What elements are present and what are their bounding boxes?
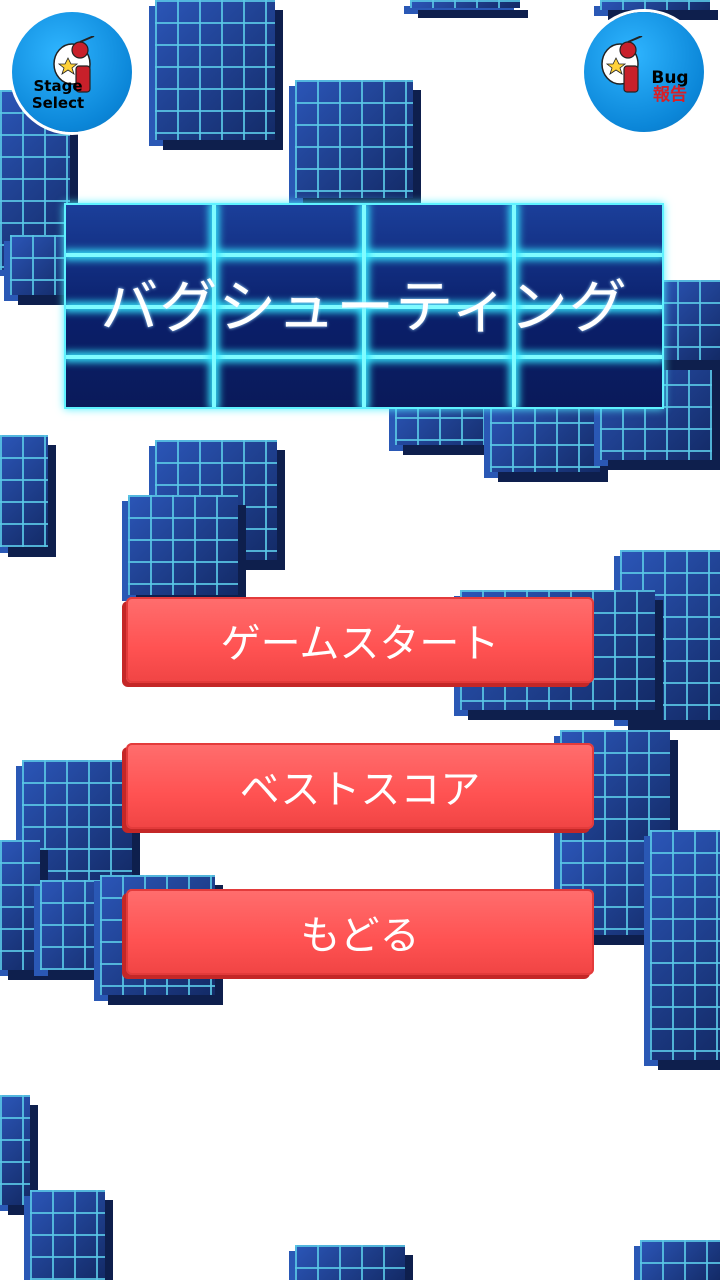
background-cube xyxy=(155,0,275,140)
mascot-icon xyxy=(601,36,643,93)
bug-label-line2: 報告 xyxy=(653,85,687,105)
background-cube xyxy=(600,0,710,10)
bug-report-label: Bug 報告 xyxy=(642,70,698,104)
background-cube xyxy=(655,280,720,360)
background-cube xyxy=(128,495,238,595)
background-cube xyxy=(490,400,600,472)
back-button[interactable]: もどる xyxy=(126,889,594,975)
background-cube xyxy=(0,435,48,547)
title-panel: バグシューティング xyxy=(64,203,664,409)
stage-select-button[interactable]: Stage Select xyxy=(12,12,132,132)
background-cube xyxy=(0,1095,30,1205)
background-cube xyxy=(650,830,720,1060)
background-cube xyxy=(30,1190,105,1280)
background-cube xyxy=(295,80,413,198)
best-score-button[interactable]: ベストスコア xyxy=(126,743,594,829)
background-cube xyxy=(640,1240,720,1280)
game-title: バグシューティング xyxy=(100,273,628,341)
background-cube xyxy=(295,1245,405,1280)
stage-label-line2: Select xyxy=(31,94,85,112)
background-cube xyxy=(410,0,520,8)
background-cube xyxy=(10,235,68,295)
stage-label-line1: Stage xyxy=(33,77,83,95)
background-cube xyxy=(0,840,40,970)
game-start-button[interactable]: ゲームスタート xyxy=(126,597,594,683)
stage-select-label: Stage Select xyxy=(18,78,98,112)
bug-report-button[interactable]: Bug 報告 xyxy=(584,12,704,132)
